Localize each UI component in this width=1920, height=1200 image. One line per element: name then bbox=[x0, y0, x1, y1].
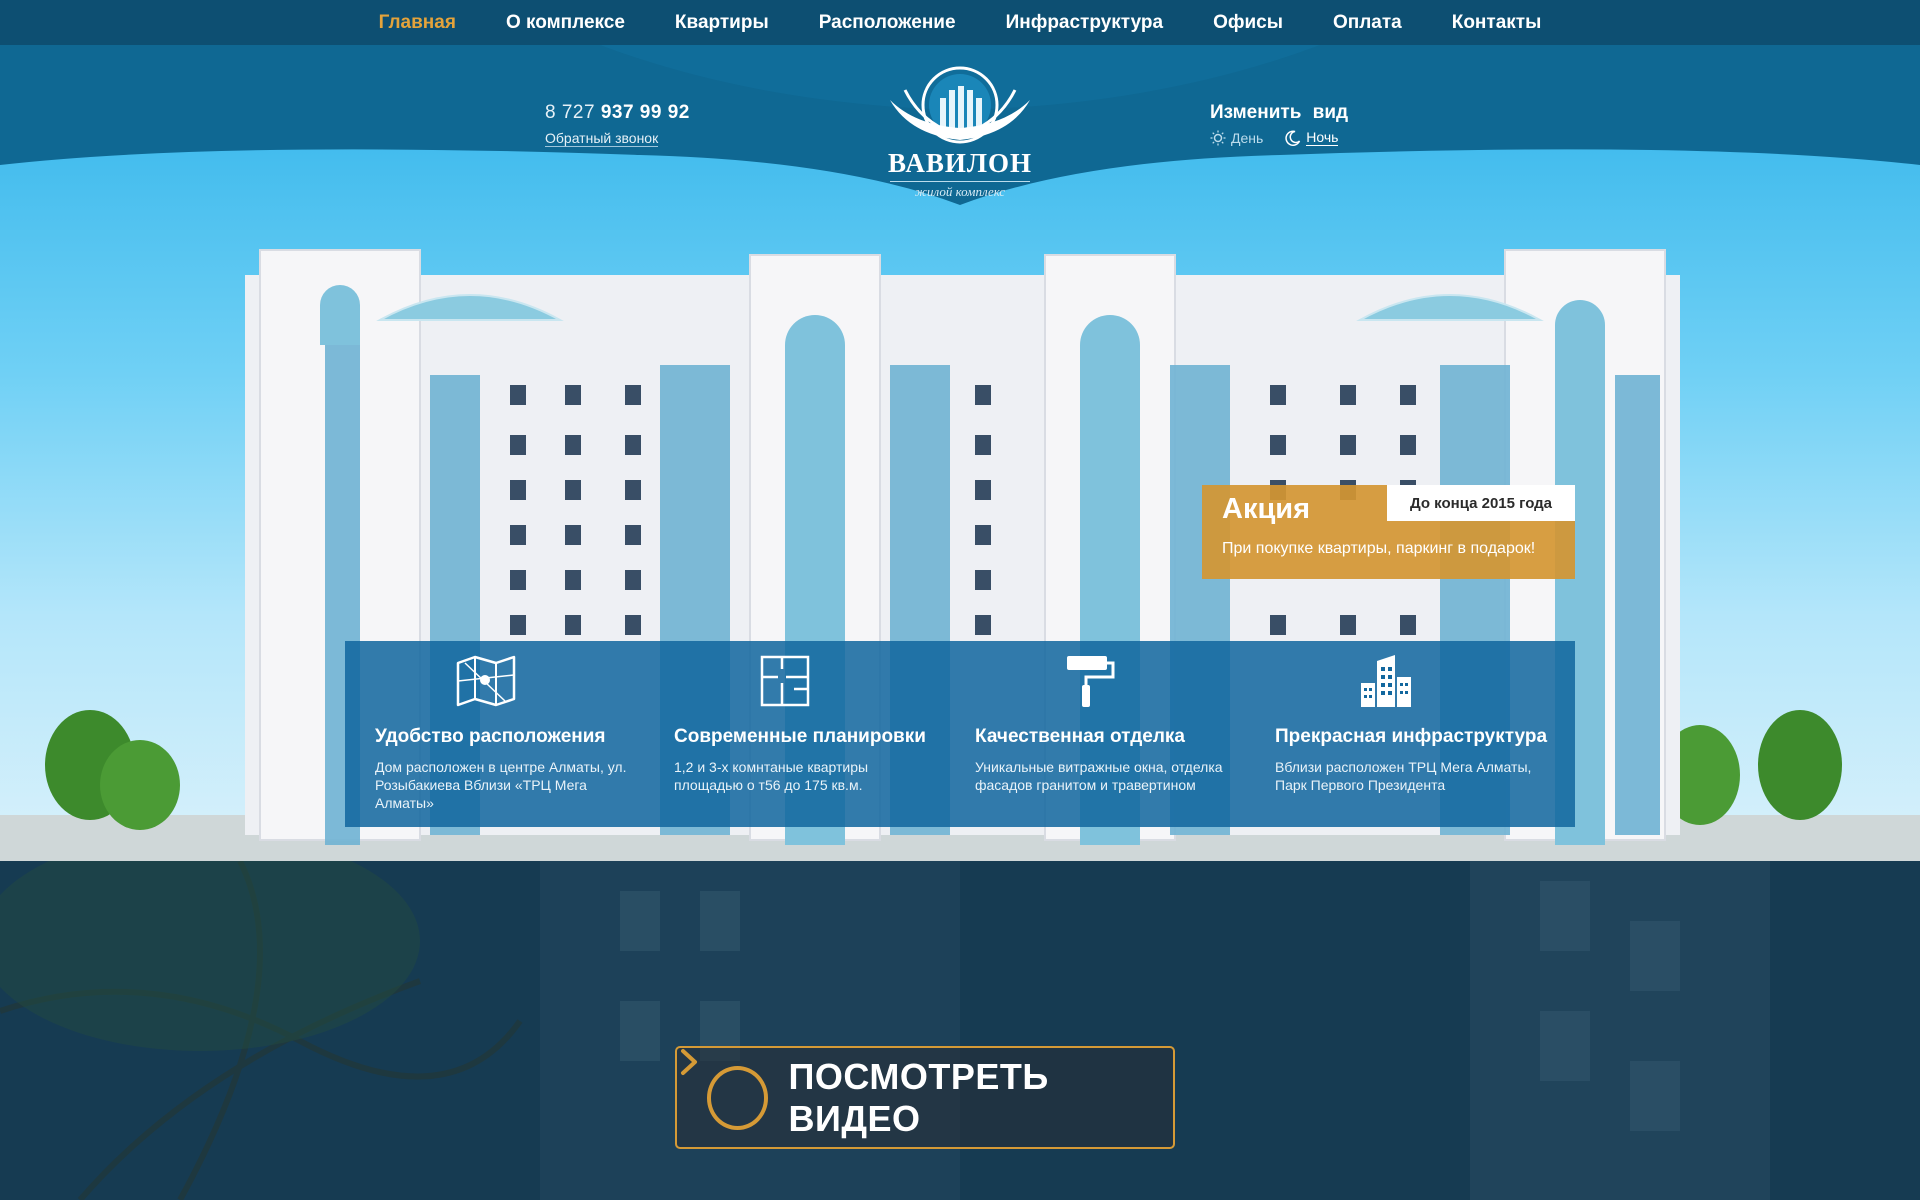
map-icon bbox=[456, 655, 516, 707]
play-circle bbox=[681, 1049, 769, 1130]
nav-item-about[interactable]: О комплексе bbox=[506, 12, 625, 34]
feature-location-title: Удобство расположения bbox=[375, 726, 606, 747]
main-nav: Главная О комплексе Квартиры Расположени… bbox=[0, 0, 1920, 45]
view-option-day[interactable]: День bbox=[1210, 129, 1263, 146]
phone-number[interactable]: 8 727 937 99 92 bbox=[545, 102, 690, 124]
feature-finishing: Качественная отделка Уникальные витражны… bbox=[945, 641, 1245, 827]
site-header: 8 727 937 99 92 Обратный звонок ВАВИЛОН … bbox=[0, 45, 1920, 215]
logo-title: ВАВИЛОН bbox=[888, 148, 1032, 178]
feature-layouts: Современные планировки 1,2 и 3-х комнтан… bbox=[645, 641, 945, 827]
watch-video-button[interactable]: ПОСМОТРЕТЬ ВИДЕО bbox=[675, 1046, 1175, 1149]
feature-infrastructure: Прекрасная инфраструктура Вблизи располо… bbox=[1245, 641, 1548, 827]
view-night-label: Ночь bbox=[1306, 129, 1339, 146]
view-day-label: День bbox=[1231, 129, 1264, 146]
feature-finishing-text: Уникальные витражные окна, отделка фасад… bbox=[975, 759, 1223, 793]
floorplan-icon bbox=[760, 655, 810, 707]
logo[interactable]: ВАВИЛОН жилой комплекс bbox=[880, 60, 1040, 210]
video-section: ПОСМОТРЕТЬ ВИДЕО bbox=[0, 861, 1920, 1200]
phone-block: 8 727 937 99 92 Обратный звонок bbox=[545, 102, 690, 148]
promo-text: При покупке квартиры, паркинг в подарок! bbox=[1222, 540, 1536, 557]
nav-item-home[interactable]: Главная bbox=[379, 12, 456, 34]
callback-link[interactable]: Обратный звонок bbox=[545, 130, 659, 147]
logo-divider bbox=[890, 181, 1030, 182]
nav-item-infrastructure[interactable]: Инфраструктура bbox=[1006, 12, 1164, 34]
feature-finishing-title: Качественная отделка bbox=[975, 726, 1185, 747]
view-option-night[interactable]: Ночь bbox=[1285, 129, 1339, 146]
view-switcher-title: Изменить вид bbox=[1210, 102, 1349, 123]
nav-item-offices[interactable]: Офисы bbox=[1213, 12, 1283, 34]
phone-main: 937 99 92 bbox=[600, 102, 690, 123]
feature-infrastructure-title: Прекрасная инфраструктура bbox=[1275, 726, 1548, 747]
logo-subtitle: жилой комплекс bbox=[914, 184, 1006, 199]
feature-location: Удобство расположения Дом расположен в ц… bbox=[345, 641, 645, 827]
feature-infrastructure-text: Вблизи расположен ТРЦ Мега Алматы, Парк … bbox=[1275, 759, 1532, 793]
feature-layouts-title: Современные планировки bbox=[674, 726, 926, 747]
phone-prefix: 8 727 bbox=[545, 102, 596, 123]
feature-location-text: Дом расположен в центре Алматы, ул. Розы… bbox=[375, 759, 627, 811]
nav-item-contacts[interactable]: Контакты bbox=[1452, 12, 1542, 34]
nav-item-apartments[interactable]: Квартиры bbox=[675, 12, 769, 34]
promo-title: Акция bbox=[1222, 493, 1311, 525]
moon-icon bbox=[1285, 129, 1301, 146]
feature-layouts-text: 1,2 и 3-х комнтаные квартиры площадью о … bbox=[674, 759, 869, 793]
paint-roller-icon bbox=[1067, 656, 1115, 707]
chevron-right-icon bbox=[681, 1049, 697, 1075]
nav-item-payment[interactable]: Оплата bbox=[1333, 12, 1402, 34]
city-buildings-icon bbox=[1361, 655, 1411, 707]
sun-icon bbox=[1210, 130, 1226, 145]
video-background-image bbox=[0, 861, 1920, 1200]
nav-item-location[interactable]: Расположение bbox=[819, 12, 956, 34]
logo-emblem-icon bbox=[890, 66, 1030, 144]
view-switcher: Изменить вид День Ночь bbox=[1210, 102, 1348, 146]
promo-deadline-badge: До конца 2015 года bbox=[1387, 485, 1575, 521]
promo-banner[interactable]: Акция До конца 2015 года При покупке ква… bbox=[1202, 485, 1575, 579]
features-panel: Удобство расположения Дом расположен в ц… bbox=[345, 641, 1575, 827]
watch-video-label: ПОСМОТРЕТЬ ВИДЕО bbox=[788, 1055, 1049, 1139]
